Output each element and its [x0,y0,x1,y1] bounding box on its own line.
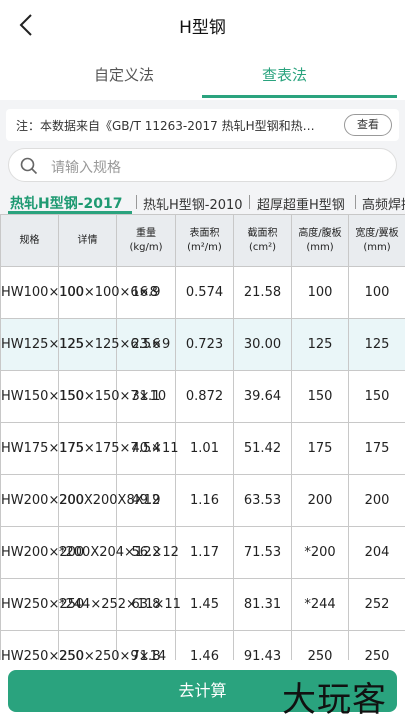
steel-table-container[interactable]: 规格 详情 重量 (kg/m) 表面积 (m²/m) 截面积 (cm²) 高度/腹板(… [0,214,405,660]
category-divider [355,195,356,209]
cell-spec: HW125×125 [0,318,84,371]
tab-lookup[interactable]: 查表法 [262,64,307,85]
cell-surface-area: 0.872 [175,370,234,423]
cell-detail: 150×150×7×10 [58,370,166,423]
source-note: 注：本数据来自《GB/T 11263-2017 热轧H型钢和热… 查看 [6,109,399,141]
category-tab-2017[interactable]: 热轧H型钢-2017 [10,193,123,213]
category-tab-2010[interactable]: 热轧H型钢-2010 [143,194,243,213]
steel-spec-table: 规格 详情 重量 (kg/m) 表面积 (m²/m) 截面积 (cm²) 高度/腹板(… [0,214,405,660]
cell-height: 150 [291,370,349,423]
cell-section-area: 30.00 [233,318,292,371]
category-tab-hf-welded[interactable]: 高频焊接 [362,194,405,213]
cell-width: 150 [348,370,405,423]
cell-spec: HW200×200 [0,474,84,527]
cell-detail: 250×250×9×14 [58,630,166,660]
header-section-area: 截面积 (cm²) [233,214,292,267]
cell-surface-area: 1.17 [175,526,234,579]
cell-surface-area: 1.16 [175,474,234,527]
header-detail: 详情 [58,214,117,267]
cell-width: 200 [348,474,405,527]
cell-height: 175 [291,422,349,475]
cell-detail: 100×100×6×8 [58,266,158,319]
cell-surface-area: 1.46 [175,630,234,660]
cell-spec: HW150×150 [0,370,84,423]
search-placeholder: 请输入规格 [51,160,121,176]
cell-spec: HW100×100 [0,266,84,319]
cell-height: *244 [291,578,349,631]
cell-spec: HW250×250 [0,578,84,631]
watermark-logo: 大玩客 [282,680,387,720]
cell-height: 200 [291,474,349,527]
category-tabs: 热轧H型钢-2017 热轧H型钢-2010 超厚超重H型钢 高频焊接 [0,190,405,214]
view-note-button[interactable]: 查看 [344,114,392,136]
table-row[interactable]: HW200×200 200X200X8X12 49.9 1.16 63.53 2… [0,474,405,527]
cell-spec: HW200×200 [0,526,84,579]
header-weight: 重量 (kg/m) [116,214,176,267]
cell-detail: *200X204×12×12 [58,526,179,579]
cell-width: 125 [348,318,405,371]
tab-active-indicator [202,95,397,98]
search-input[interactable]: 请输入规格 [8,148,397,182]
cell-surface-area: 0.723 [175,318,234,371]
cell-section-area: 39.64 [233,370,292,423]
mode-tabs: 自定义法 查表法 [0,54,405,98]
cell-section-area: 71.53 [233,526,292,579]
cell-detail: 200X200X8X12 [58,474,160,527]
cell-width: 204 [348,526,405,579]
tab-custom[interactable]: 自定义法 [94,64,154,85]
header: H型钢 [0,0,405,50]
page-title: H型钢 [179,18,226,38]
cell-section-area: 91.43 [233,630,292,660]
cell-width: 250 [348,630,405,660]
table-row[interactable]: HW175×175 175×175×7.5×11 40.4 1.01 51.42… [0,422,405,475]
source-note-text: 注：本数据来自《GB/T 11263-2017 热轧H型钢和热… [16,119,315,133]
cell-detail: *244×252×11×11 [58,578,181,631]
cell-surface-area: 0.574 [175,266,234,319]
search-icon [20,157,38,175]
cell-surface-area: 1.45 [175,578,234,631]
category-tab-extra-heavy[interactable]: 超厚超重H型钢 [257,194,345,213]
header-height-web: 高度/腹板 (mm) [291,214,349,267]
table-row[interactable]: HW150×150 150×150×7×10 31.1 0.872 39.64 … [0,370,405,423]
header-spec: 规格 [0,214,59,267]
table-row[interactable]: HW125×125 125×125×6.5×9 23.6 0.723 30.00… [0,318,405,371]
cell-detail: 125×125×6.5×9 [58,318,170,371]
cell-height: 125 [291,318,349,371]
cell-height: 250 [291,630,349,660]
cell-spec: HW250×250 [0,630,84,660]
table-row[interactable]: HW100×100 100×100×6×8 16.9 0.574 21.58 1… [0,266,405,319]
cell-height: 100 [291,266,349,319]
table-row[interactable]: HW250×250 250×250×9×14 71.8 1.46 91.43 2… [0,630,405,660]
cell-surface-area: 1.01 [175,422,234,475]
table-header-row: 规格 详情 重量 (kg/m) 表面积 (m²/m) 截面积 (cm²) 高度/腹板(… [0,214,405,267]
cell-width: 100 [348,266,405,319]
cell-spec: HW175×175 [0,422,84,475]
cell-width: 175 [348,422,405,475]
table-row[interactable]: HW200×200 *200X204×12×12 56.2 1.17 71.53… [0,526,405,579]
cell-height: *200 [291,526,349,579]
header-surface-area: 表面积 (m²/m) [175,214,234,267]
category-divider [249,195,250,209]
cell-section-area: 21.58 [233,266,292,319]
header-width-flange: 宽度/翼板 (mm) [348,214,405,267]
cell-width: 252 [348,578,405,631]
table-row[interactable]: HW250×250 *244×252×11×11 63.8 1.45 81.31… [0,578,405,631]
cell-detail: 175×175×7.5×11 [58,422,179,475]
category-divider [136,195,137,209]
cell-section-area: 51.42 [233,422,292,475]
cell-section-area: 63.53 [233,474,292,527]
cell-section-area: 81.31 [233,578,292,631]
